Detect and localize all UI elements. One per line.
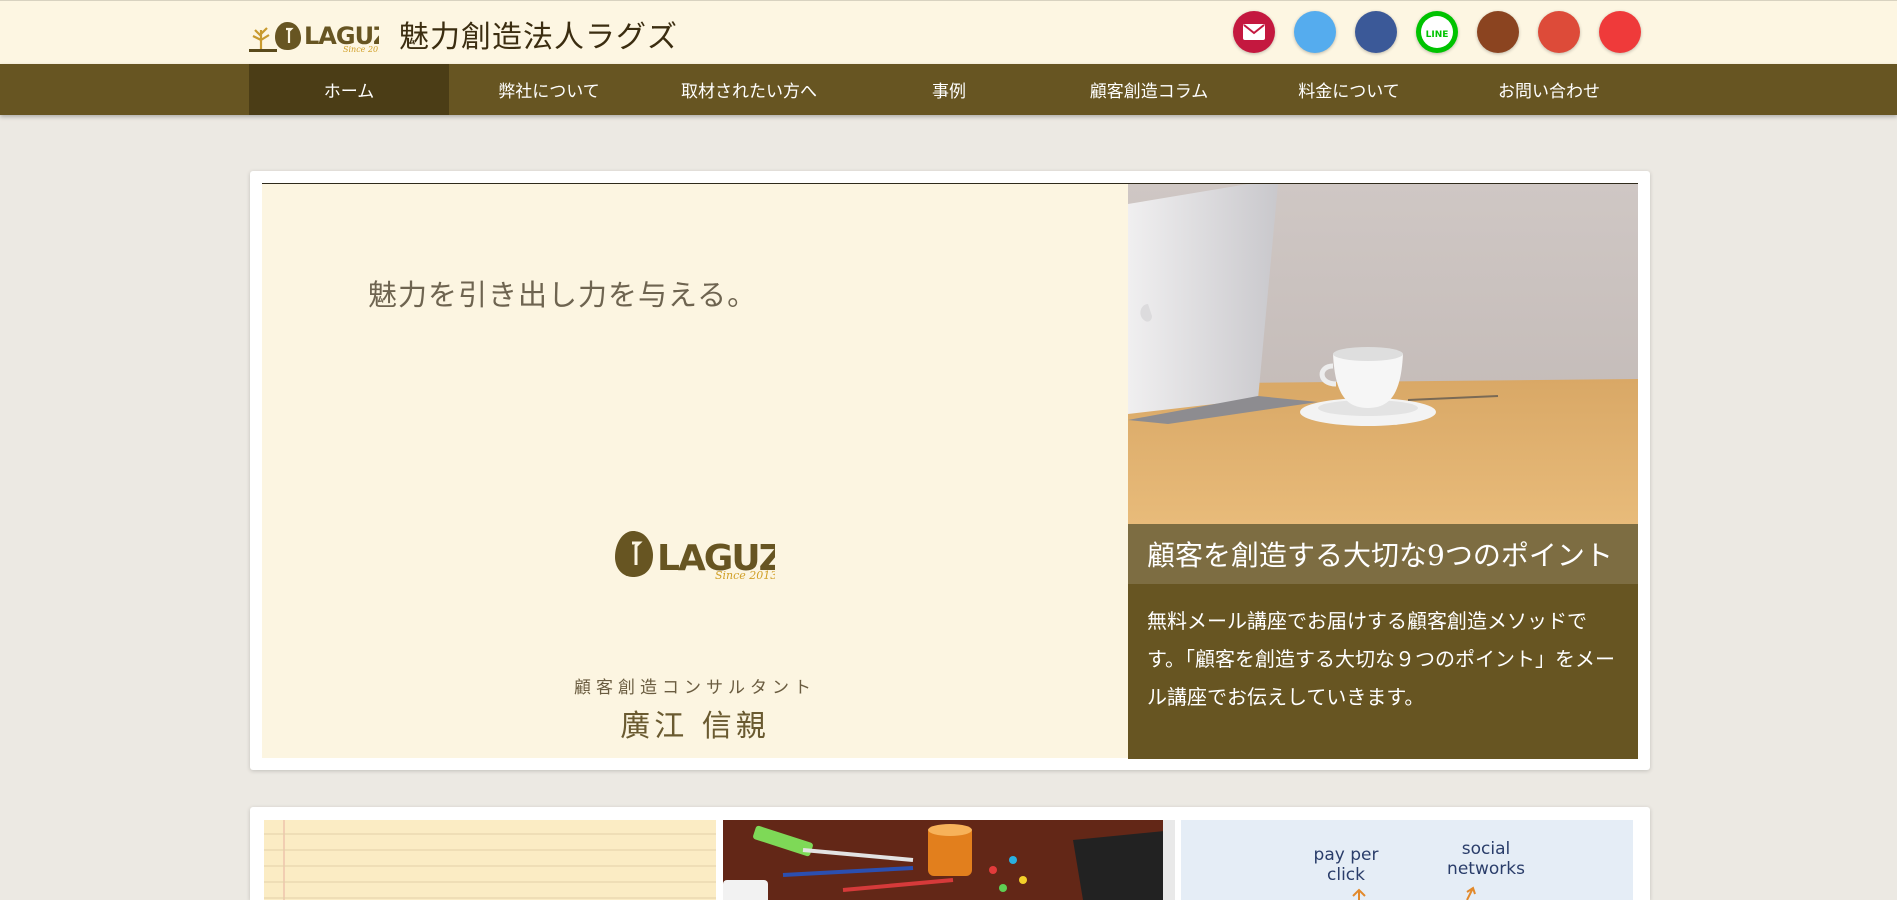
site-title[interactable]: 魅力創造法人ラグズ — [399, 12, 678, 56]
feature-panel[interactable]: 顧客を創造する大切な9つのポイント 無料メール講座でお届けする顧客創造メソッドで… — [1128, 183, 1638, 759]
laptop-coffee-photo[interactable] — [1128, 184, 1638, 524]
youtube-icon[interactable] — [1599, 11, 1641, 53]
cards-row: pay per click social networks — [250, 807, 1650, 900]
laguz-logo-icon[interactable]: LAGUZ Since 2013 — [249, 16, 379, 52]
hero-banner: 魅力を引き出し力を与える。 LAGUZ Since 2013 顧客創造コンサルタ… — [262, 183, 1128, 758]
google-plus-icon[interactable] — [1538, 11, 1580, 53]
mail-icon[interactable] — [1233, 11, 1275, 53]
notepad-thumbnail[interactable] — [264, 820, 716, 900]
feature-description: 無料メール講座でお届けする顧客創造メソッドです。「顧客を創造する大切な９つのポイ… — [1128, 584, 1638, 759]
hero-logo-icon: LAGUZ Since 2013 — [615, 527, 786, 587]
nav-item-pricing[interactable]: 料金について — [1249, 64, 1449, 115]
nav-item-cases[interactable]: 事例 — [849, 64, 1049, 115]
main-nav: ホーム 弊社について 取材されたい方へ 事例 顧客創造コラム 料金について お問… — [0, 64, 1897, 115]
svg-text:LINE: LINE — [1426, 30, 1449, 40]
nav-item-column[interactable]: 顧客創造コラム — [1049, 64, 1249, 115]
hero-tagline: 魅力を引き出し力を与える。 — [368, 278, 758, 312]
feature-title[interactable]: 顧客を創造する大切な9つのポイント — [1128, 524, 1638, 584]
site-header: LAGUZ Since 2013 魅力創造法人ラグズ LINE — [0, 0, 1897, 64]
svg-text:Since 2013: Since 2013 — [343, 45, 379, 52]
twitter-icon[interactable] — [1294, 11, 1336, 53]
hero-name: 廣江 信親 — [620, 709, 770, 744]
networks-label: networks — [1447, 859, 1525, 879]
hero-role: 顧客創造コンサルタント — [574, 678, 816, 698]
desk-items-thumbnail[interactable] — [723, 820, 1175, 900]
blog-icon[interactable] — [1477, 11, 1519, 53]
svg-text:Since 2013: Since 2013 — [715, 569, 775, 582]
nav-item-about[interactable]: 弊社について — [449, 64, 649, 115]
nav-item-interview[interactable]: 取材されたい方へ — [649, 64, 849, 115]
pay-per-label: pay per — [1314, 845, 1379, 865]
facebook-icon[interactable] — [1355, 11, 1397, 53]
social-links: LINE — [1233, 11, 1641, 53]
marketing-thumbnail[interactable]: pay per click social networks — [1181, 820, 1633, 900]
line-icon[interactable]: LINE — [1416, 11, 1458, 53]
nav-item-contact[interactable]: お問い合わせ — [1449, 64, 1649, 115]
brand[interactable]: LAGUZ Since 2013 魅力創造法人ラグズ — [249, 16, 678, 55]
click-label: click — [1327, 865, 1365, 885]
nav-item-home[interactable]: ホーム — [249, 64, 449, 115]
social-label: social — [1462, 839, 1510, 859]
hero-card: 魅力を引き出し力を与える。 LAGUZ Since 2013 顧客創造コンサルタ… — [250, 171, 1650, 770]
